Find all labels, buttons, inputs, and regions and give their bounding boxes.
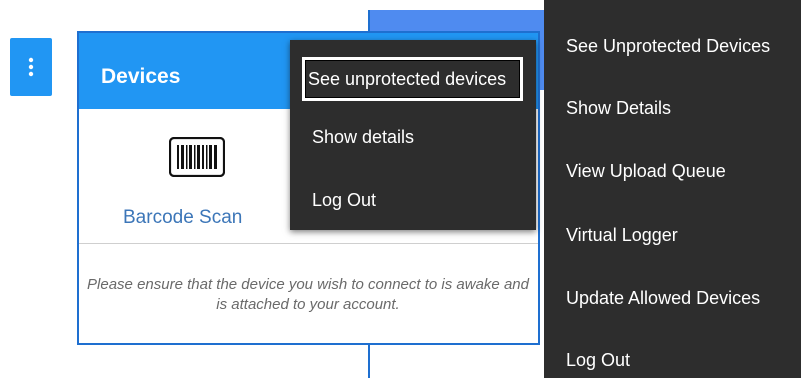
menu-item-virtual-logger[interactable]: Virtual Logger [566,225,678,246]
card-divider [79,243,538,244]
overflow-menu-button[interactable] [10,38,52,96]
menu-item-see-unprotected-devices[interactable]: See Unprotected Devices [566,36,770,57]
menu-item-show-details[interactable]: Show details [290,127,536,148]
menu-item-update-allowed-devices[interactable]: Update Allowed Devices [566,288,760,309]
menu-item-see-unprotected-devices[interactable]: See unprotected devices [302,57,523,101]
connection-help-text: Please ensure that the device you wish t… [87,276,529,313]
barcode-icon[interactable] [168,136,226,182]
barcode-scan-link[interactable]: Barcode Scan [123,207,242,229]
menu-item-view-upload-queue[interactable]: View Upload Queue [566,161,726,182]
overflow-menu-small: See unprotected devices Show details Log… [290,40,536,230]
devices-title: Devices [101,65,181,88]
more-vertical-icon [28,57,34,77]
menu-item-show-details[interactable]: Show Details [566,98,671,119]
menu-item-log-out[interactable]: Log Out [290,190,536,211]
menu-item-log-out[interactable]: Log Out [566,350,630,371]
menu-item-label: See unprotected devices [305,60,520,98]
overflow-menu-large: See Unprotected Devices Show Details Vie… [544,0,801,378]
